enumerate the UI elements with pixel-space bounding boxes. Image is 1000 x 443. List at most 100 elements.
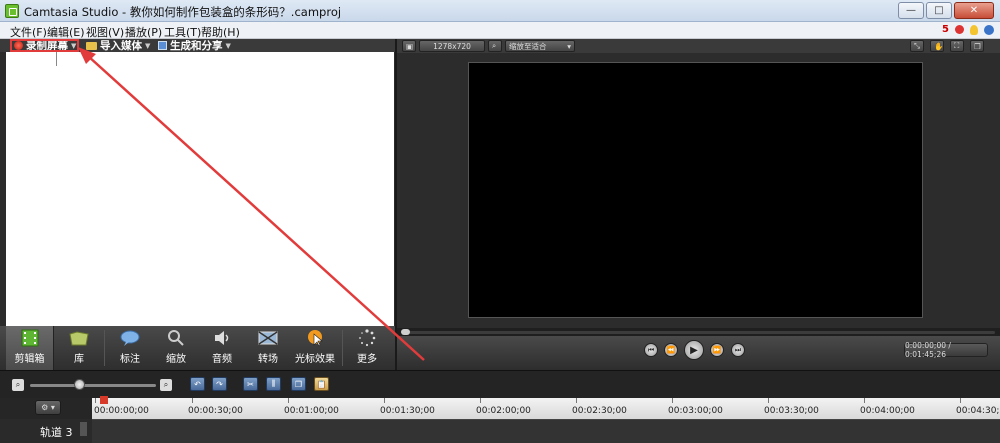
skip-forward-icon[interactable]: ⏭ bbox=[731, 343, 745, 357]
more-spinner-icon bbox=[359, 329, 376, 347]
scrub-handle[interactable] bbox=[401, 329, 410, 335]
timeline-toolbar: ⌕ ⌕ ↶ ↷ ✂ ⫼ ❐ 📋 bbox=[0, 370, 1000, 398]
notification-count[interactable]: 5 bbox=[942, 24, 949, 35]
cut-icon[interactable]: ✂ bbox=[243, 377, 258, 391]
title-bar: Camtasia Studio - 教你如何制作包装盒的条形码？.camproj… bbox=[0, 0, 1000, 22]
ruler-label-0: 00:00:00;00 bbox=[94, 406, 149, 416]
speech-bubble-icon bbox=[120, 330, 140, 346]
tab-zoom-label: 缩放 bbox=[166, 354, 186, 365]
ruler-tick bbox=[768, 398, 769, 403]
rewind-icon[interactable]: ⏪ bbox=[664, 343, 678, 357]
camtasia-app-icon bbox=[5, 4, 19, 18]
tab-transitions[interactable]: 转场 bbox=[246, 326, 290, 370]
time-readout: 0:00:00;00 / 0:01:45;26 bbox=[904, 341, 988, 359]
detach-preview-icon[interactable]: ❐ bbox=[970, 40, 984, 52]
tab-callouts[interactable]: 标注 bbox=[106, 326, 154, 370]
annotation-highlight-box bbox=[10, 39, 79, 52]
undo-icon[interactable]: ↶ bbox=[190, 377, 205, 391]
ruler-tick bbox=[288, 398, 289, 403]
ruler-tick bbox=[672, 398, 673, 403]
redo-icon[interactable]: ↷ bbox=[212, 377, 227, 391]
tab-clip-bin[interactable]: 剪辑箱 bbox=[6, 326, 54, 370]
ruler-tick bbox=[95, 398, 96, 403]
tab-separator bbox=[104, 330, 105, 366]
cursor-effect-icon bbox=[308, 330, 323, 347]
window-title: Camtasia Studio - 教你如何制作包装盒的条形码？.camproj bbox=[24, 5, 342, 19]
ruler-label-8: 00:04:00;00 bbox=[860, 406, 915, 416]
track-settings-gear-icon[interactable]: ⚙ ▾ bbox=[35, 400, 61, 415]
crop-icon[interactable]: ⤡ bbox=[910, 40, 924, 52]
ruler-tick bbox=[576, 398, 577, 403]
ruler-label-7: 00:03:30;00 bbox=[764, 406, 819, 416]
search-icon[interactable]: ⌕ bbox=[488, 40, 502, 52]
ruler-label-2: 00:01:00;00 bbox=[284, 406, 339, 416]
pan-hand-icon[interactable]: ✋ bbox=[930, 40, 944, 52]
scrub-track[interactable] bbox=[405, 331, 995, 334]
zoom-fit-label: 缩放至适合 bbox=[509, 41, 547, 51]
canvas-size-icon[interactable]: ▣ bbox=[402, 40, 416, 52]
maximize-button[interactable]: □ bbox=[926, 2, 952, 19]
ruler-tick bbox=[480, 398, 481, 403]
track-lock-icon[interactable] bbox=[80, 422, 87, 436]
tab-library-label: 库 bbox=[74, 354, 84, 365]
paste-icon[interactable]: 📋 bbox=[314, 377, 329, 391]
ruler-label-5: 00:02:30;00 bbox=[572, 406, 627, 416]
produce-share-button[interactable]: 生成和分享 ▼ bbox=[158, 39, 231, 52]
resolution-dropdown[interactable]: 1278x720 bbox=[419, 40, 485, 52]
tab-cursor-effects-label: 光标效果 bbox=[295, 354, 335, 365]
minimize-button[interactable]: — bbox=[898, 2, 924, 19]
ruler-tick bbox=[864, 398, 865, 403]
split-icon[interactable]: ⫼ bbox=[266, 377, 281, 391]
produce-icon bbox=[158, 41, 167, 50]
ruler-label-9: 00:04:30;00 bbox=[956, 406, 1000, 416]
playhead[interactable] bbox=[100, 396, 108, 404]
fullscreen-icon[interactable]: ⛶ bbox=[950, 40, 964, 52]
tab-audio-label: 音频 bbox=[212, 354, 232, 365]
magnifier-icon bbox=[168, 330, 184, 346]
track-3-body[interactable] bbox=[92, 419, 1000, 443]
window-controls: — □ ✕ bbox=[898, 2, 994, 19]
zoom-fit-dropdown[interactable]: 缩放至适合 ▾ bbox=[505, 40, 575, 52]
tab-library[interactable]: 库 bbox=[54, 326, 104, 370]
zoom-out-search-icon[interactable]: ⌕ bbox=[12, 379, 24, 391]
ruler-label-4: 00:02:00;00 bbox=[476, 406, 531, 416]
timeline-zoom-slider[interactable] bbox=[30, 384, 156, 387]
tab-zoom[interactable]: 缩放 bbox=[154, 326, 198, 370]
timeline-ruler[interactable]: 00:00:00;00 00:00:30;00 00:01:00;00 00:0… bbox=[92, 398, 1000, 419]
clip-bin-area[interactable] bbox=[6, 52, 394, 326]
tab-transitions-label: 转场 bbox=[258, 354, 278, 365]
chevron-down-icon: ▾ bbox=[567, 41, 571, 51]
alert-icon[interactable] bbox=[955, 25, 964, 34]
ruler-label-6: 00:03:00;00 bbox=[668, 406, 723, 416]
tab-separator bbox=[342, 330, 343, 366]
menu-bar: 文件(F) 编辑(E) 视图(V) 播放(P) 工具(T) 帮助(H) 5 bbox=[0, 22, 1000, 39]
fast-forward-icon[interactable]: ⏩ bbox=[710, 343, 724, 357]
library-folder-icon bbox=[69, 331, 89, 346]
import-media-button[interactable]: 导入媒体 ▼ bbox=[86, 39, 150, 52]
tab-cursor-effects[interactable]: 光标效果 bbox=[290, 326, 340, 370]
timeline-zoom-knob[interactable] bbox=[74, 379, 85, 390]
chevron-down-icon: ▼ bbox=[145, 41, 151, 50]
zoom-in-search-icon[interactable]: ⌕ bbox=[160, 379, 172, 391]
produce-share-label: 生成和分享 bbox=[170, 40, 223, 52]
tab-more-label: 更多 bbox=[357, 354, 377, 365]
track-label: 轨道 3 bbox=[40, 426, 73, 439]
text-cursor bbox=[56, 52, 57, 66]
preview-canvas[interactable] bbox=[468, 62, 923, 318]
chevron-down-icon: ▼ bbox=[225, 41, 231, 50]
tab-more[interactable]: 更多 bbox=[344, 326, 390, 370]
ruler-tick bbox=[192, 398, 193, 403]
ruler-label-1: 00:00:30;00 bbox=[188, 406, 243, 416]
play-icon[interactable]: ▶ bbox=[684, 340, 704, 360]
skip-back-icon[interactable]: ⏮ bbox=[644, 343, 658, 357]
close-button[interactable]: ✕ bbox=[954, 2, 994, 19]
help-globe-icon[interactable] bbox=[984, 24, 994, 35]
tab-clip-bin-label: 剪辑箱 bbox=[14, 354, 45, 365]
speaker-icon bbox=[215, 331, 229, 345]
menu-right-icons: 5 bbox=[942, 24, 994, 35]
ruler-tick bbox=[384, 398, 385, 403]
tab-audio[interactable]: 音频 bbox=[198, 326, 246, 370]
tip-bulb-icon[interactable] bbox=[970, 24, 978, 35]
copy-icon[interactable]: ❐ bbox=[291, 377, 306, 391]
ruler-tick bbox=[960, 398, 961, 403]
